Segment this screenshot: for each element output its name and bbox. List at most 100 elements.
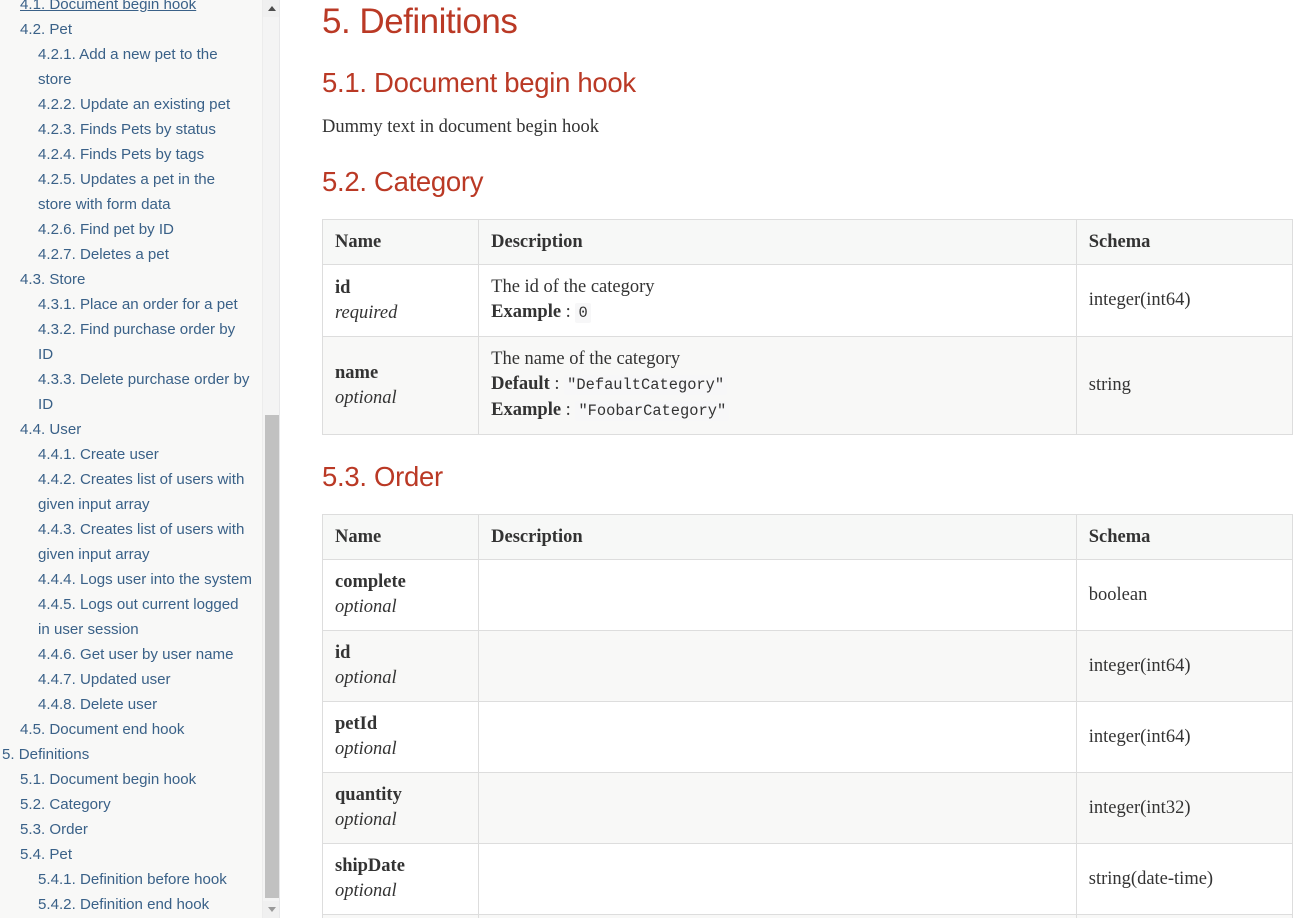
schema-type: integer(int64) bbox=[1088, 655, 1191, 676]
schema-type: boolean bbox=[1088, 584, 1148, 605]
cell-schema: integer(int32) bbox=[1075, 772, 1294, 844]
toc-item[interactable]: 5.4.1. Definition before hook bbox=[0, 867, 266, 892]
field-requirement: required bbox=[335, 302, 398, 323]
toc-item[interactable]: 5.4.2. Definition end hook bbox=[0, 892, 266, 917]
field-name: petId bbox=[335, 714, 378, 734]
cell-field-name: name optional bbox=[321, 336, 480, 435]
field-name: name bbox=[335, 362, 379, 383]
table-row: name optional The name of the category Defa… bbox=[321, 336, 1294, 435]
toc-item[interactable]: 4.4. User bbox=[0, 417, 266, 442]
cell-description bbox=[478, 772, 1077, 844]
field-requirement: optional bbox=[335, 668, 397, 688]
schema-type: integer(int64) bbox=[1088, 726, 1191, 747]
column-header: Description bbox=[478, 219, 1077, 265]
toc-item[interactable]: 4.4.3. Creates list of users with given … bbox=[0, 517, 266, 567]
schema-type: integer(int64) bbox=[1088, 290, 1191, 310]
toc-list: 4.1. Document begin hook 4.2. Pet 4.2.1. A… bbox=[0, 0, 266, 918]
schema-type: string bbox=[1088, 375, 1131, 395]
cell-description: The id of the category Example : 0 bbox=[478, 264, 1077, 337]
cell-field-name: statusoptional bbox=[321, 914, 480, 918]
definition-table-wrapper: Name Description Schema complete optional boo… bbox=[321, 514, 1294, 918]
toc-item[interactable]: 4.4.2. Creates list of users with given … bbox=[0, 467, 266, 517]
toc-item[interactable]: 5.4. Pet bbox=[0, 842, 266, 867]
page-title: 5. Definitions bbox=[322, 2, 518, 41]
section-paragraph: Dummy text in document begin hook bbox=[322, 117, 599, 137]
toc-item[interactable]: 4.3.3. Delete purchase order by ID bbox=[0, 367, 266, 417]
field-name: shipDate bbox=[335, 856, 405, 876]
cell-field-name: shipDate optional bbox=[321, 843, 480, 915]
sidebar-scrollbar[interactable] bbox=[262, 0, 279, 918]
table-of-contents-sidebar[interactable]: 4.1. Document begin hook 4.2. Pet 4.2.1. A… bbox=[0, 0, 280, 918]
toc-item[interactable]: 4.2.5. Updates a pet in the store with f… bbox=[0, 167, 266, 217]
scrollbar-thumb[interactable] bbox=[265, 415, 279, 898]
cell-schema: string bbox=[1075, 914, 1294, 918]
documentation-page: 4.1. Document begin hook 4.2. Pet 4.2.1. A… bbox=[0, 0, 1296, 918]
toc-item[interactable]: 4.4.8. Delete user bbox=[0, 692, 266, 717]
cell-description bbox=[478, 701, 1077, 773]
toc-item[interactable]: 4.3.2. Find purchase order by ID bbox=[0, 317, 266, 367]
column-header: Description bbox=[478, 514, 1077, 560]
section-document-begin-hook: 5.1. Document begin hook Dummy text in do… bbox=[322, 44, 1291, 140]
table-row: statusoptionalOrder Statusstring bbox=[321, 914, 1294, 918]
definition-table: Name Description Schema id required The id of… bbox=[321, 219, 1294, 435]
description-value: "DefaultCategory" bbox=[564, 375, 728, 395]
field-requirement: optional bbox=[335, 810, 397, 830]
description-line: The name of the category bbox=[491, 349, 681, 369]
main-content: 5. Definitions 5.1. Document begin hook D… bbox=[280, 0, 1296, 918]
toc-item[interactable]: 4.3.1. Place an order for a pet bbox=[0, 292, 266, 317]
cell-field-name: quantity optional bbox=[321, 772, 480, 844]
toc-item[interactable]: 4.5. Document end hook bbox=[0, 717, 266, 742]
toc-list-container: 4.1. Document begin hook 4.2. Pet 4.2.1. A… bbox=[0, 0, 279, 918]
toc-item[interactable]: 4.2.2. Update an existing pet bbox=[0, 92, 266, 117]
description-line: Default : "DefaultCategory" bbox=[491, 372, 1064, 398]
toc-item[interactable]: 4.4.7. Updated user bbox=[0, 667, 266, 692]
toc-item[interactable]: 5.2. Category bbox=[0, 792, 266, 817]
toc-item[interactable]: 4.2.7. Deletes a pet bbox=[0, 242, 266, 267]
cell-field-name: petId optional bbox=[321, 701, 480, 773]
toc-item[interactable]: 4.4.5. Logs out current logged in user s… bbox=[0, 592, 266, 642]
description-line: The id of the category bbox=[491, 277, 655, 297]
toc-item[interactable]: 4.3. Store bbox=[0, 267, 266, 292]
toc-item[interactable]: 4.2.3. Finds Pets by status bbox=[0, 117, 266, 142]
triangle-down-icon bbox=[267, 907, 276, 912]
field-requirement: optional bbox=[335, 739, 397, 759]
description-label: Example bbox=[491, 400, 562, 420]
table-header-row: Name Description Schema bbox=[321, 514, 1294, 560]
toc-item[interactable]: 4.2.1. Add a new pet to the store bbox=[0, 42, 266, 92]
toc-item[interactable]: 4.1. Document begin hook bbox=[0, 0, 266, 17]
definition-table: Name Description Schema complete optional boo… bbox=[321, 514, 1294, 918]
cell-description bbox=[478, 559, 1077, 631]
triangle-up-icon bbox=[267, 6, 276, 11]
scrollbar-down-button[interactable] bbox=[263, 901, 279, 918]
table-header-row: Name Description Schema bbox=[321, 219, 1294, 265]
cell-schema: integer(int64) bbox=[1075, 264, 1294, 337]
description-value: "FoobarCategory" bbox=[575, 401, 730, 421]
toc-item[interactable]: 4.4.1. Create user bbox=[0, 442, 266, 467]
section-heading: 5.2. Category bbox=[322, 166, 484, 197]
cell-field-name: id required bbox=[321, 264, 480, 337]
description-label: Example bbox=[491, 302, 562, 322]
field-requirement: optional bbox=[335, 597, 397, 617]
toc-item[interactable]: 5.1. Document begin hook bbox=[0, 767, 266, 792]
toc-item[interactable]: 4.4.6. Get user by user name bbox=[0, 642, 266, 667]
scrollbar-up-button[interactable] bbox=[263, 0, 279, 17]
sections-container: 5.1. Document begin hook Dummy text in do… bbox=[321, 44, 1294, 918]
toc-item[interactable]: 4.2.4. Finds Pets by tags bbox=[0, 142, 266, 167]
description-line: Example : 0 bbox=[491, 300, 1064, 326]
section-heading: 5.3. Order bbox=[322, 461, 443, 492]
description-value: 0 bbox=[575, 303, 591, 323]
toc-item[interactable]: 4.2. Pet bbox=[0, 17, 266, 42]
cell-field-name: complete optional bbox=[321, 559, 480, 631]
toc-item[interactable]: 4.4.4. Logs user into the system bbox=[0, 567, 266, 592]
field-name: id bbox=[335, 643, 351, 663]
toc-item[interactable]: 5. Definitions bbox=[0, 742, 266, 767]
field-name: id bbox=[335, 277, 351, 298]
cell-schema: boolean bbox=[1075, 559, 1294, 631]
toc-item[interactable]: 4.2.6. Find pet by ID bbox=[0, 217, 266, 242]
column-header: Schema bbox=[1075, 219, 1294, 265]
column-header: Schema bbox=[1075, 514, 1294, 560]
description-line: Example : "FoobarCategory" bbox=[491, 398, 1064, 424]
toc-item[interactable]: 5.3. Order bbox=[0, 817, 266, 842]
schema-type: string(date-time) bbox=[1088, 868, 1214, 889]
table-row: id required The id of the category Example … bbox=[321, 264, 1294, 337]
